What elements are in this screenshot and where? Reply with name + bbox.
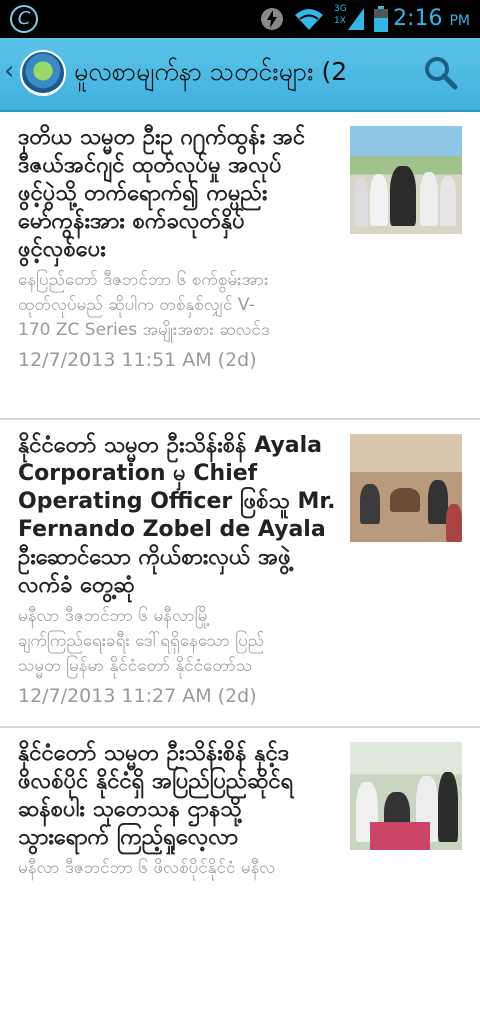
battery-icon <box>374 6 388 32</box>
article-summary: မနီလာ ဒီဇဘင်ဘာ ၆ မနီလာမြို့ ချက်ကြည်ရေးခ… <box>18 606 265 676</box>
network-sub-label: 1X <box>334 16 346 26</box>
article-thumbnail <box>350 434 462 542</box>
status-icons: 3G 1X <box>260 4 388 32</box>
article-thumbnail <box>350 126 462 234</box>
signal-icon: 3G 1X <box>334 4 364 32</box>
article-list: ဒုတိယ သမ္မတ ဦးဥ ဂ႐က်ထွန်း အင် ဒီဇယ်အင်ဂျ… <box>0 112 480 1034</box>
article-item[interactable]: နိုင်ငံတော် သမ္မတ ဦးသိန်းစိန် Ayala Corp… <box>0 420 480 728</box>
article-item[interactable]: ဒုတိယ သမ္မတ ဦးဥ ဂ႐က်ထွန်း အင် ဒီဇယ်အင်ဂျ… <box>0 112 480 420</box>
status-clock: 2:16 PM <box>393 6 470 31</box>
lightning-icon <box>261 8 283 30</box>
article-text: နိုင်ငံတော် သမ္မတ ဦးသိန်းစိန် နှင့်ဒ ဖိလ… <box>18 740 340 887</box>
article-item[interactable]: နိုင်ငံတော် သမ္မတ ဦးသိန်းစိန် နှင့်ဒ ဖိလ… <box>0 728 480 1034</box>
article-headline: နိုင်ငံတော် သမ္မတ ဦးသိန်းစိန် Ayala Corp… <box>18 433 336 598</box>
page-title: မူလစာမျက်နာ သတင်းများ (2 <box>74 57 348 86</box>
network-type-label: 3G <box>334 4 347 14</box>
action-bar: ‹ မူလစာမျက်နာ သတင်းများ (2 <box>0 38 480 112</box>
search-icon[interactable] <box>424 56 458 90</box>
clock-time: 2:16 <box>393 6 443 31</box>
back-icon[interactable]: ‹ <box>4 56 14 86</box>
app-logo-icon[interactable] <box>20 50 66 96</box>
app-notification-icon: C <box>10 5 38 33</box>
article-thumbnail <box>350 742 462 850</box>
article-summary: နေပြည်တော် ဒီဇဘင်ဘာ ၆ စက်စွမ်းအား ထုတ်လု… <box>18 270 270 340</box>
article-text: ဒုတိယ သမ္မတ ဦးဥ ဂ႐က်ထွန်း အင် ဒီဇယ်အင်ဂျ… <box>18 124 340 371</box>
article-headline: ဒုတိယ သမ္မတ ဦးဥ ဂ႐က်ထွန်း အင် ဒီဇယ်အင်ဂျ… <box>18 125 306 262</box>
clock-ampm: PM <box>449 13 470 29</box>
wifi-icon <box>295 9 323 30</box>
status-bar: C 3G 1X 2:16 PM <box>0 0 480 38</box>
article-text: နိုင်ငံတော် သမ္မတ ဦးသိန်းစိန် Ayala Corp… <box>18 432 340 707</box>
article-summary: မနီလာ ဒီဇဘင်ဘာ ၆ ဖိလစ်ပိုင်နိုင်ငံ မနီလ <box>18 858 276 878</box>
article-date: 12/7/2013 11:51 AM (2d) <box>18 349 257 371</box>
article-headline: နိုင်ငံတော် သမ္မတ ဦးသိန်းစိန် နှင့်ဒ ဖိလ… <box>18 741 294 850</box>
article-date: 12/7/2013 11:27 AM (2d) <box>18 685 257 707</box>
